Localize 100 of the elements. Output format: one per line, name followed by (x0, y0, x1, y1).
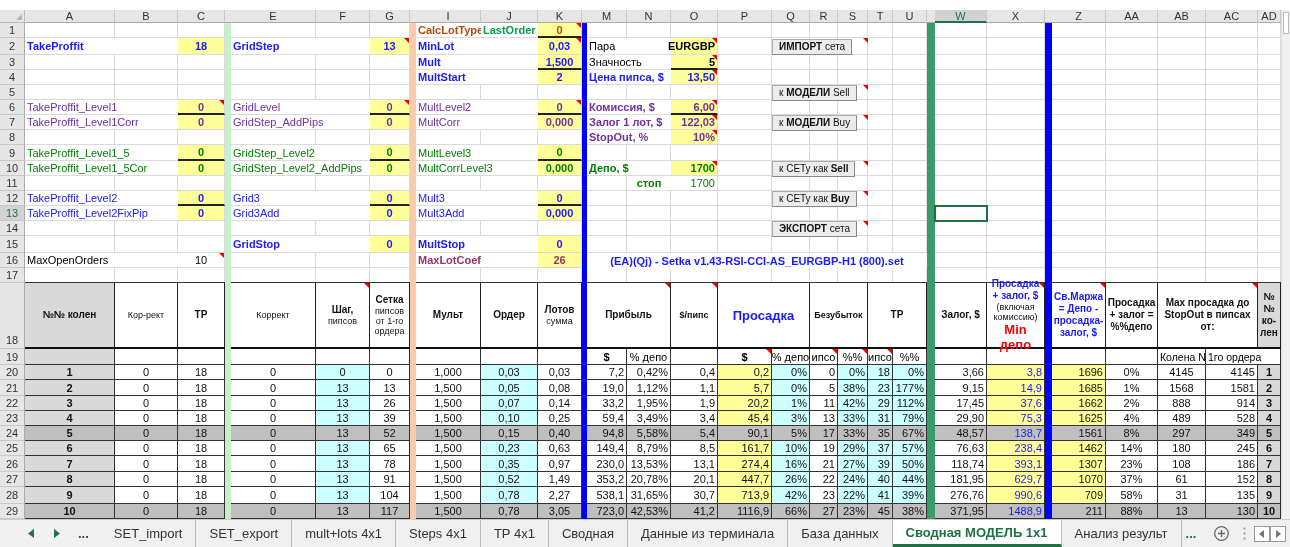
column-header[interactable]: E (231, 10, 316, 23)
table-cell: 5% (772, 426, 810, 441)
column-header[interactable]: P (718, 10, 772, 23)
column-header[interactable]: AC (1206, 10, 1258, 23)
more-sheets-button[interactable]: ... (78, 526, 89, 541)
sheet-tab[interactable]: TP 4x1 (480, 520, 549, 547)
row-header[interactable]: 20 (0, 365, 25, 380)
row-header[interactable]: 25 (0, 441, 25, 456)
table-cell: 23 (868, 380, 893, 396)
parameter-value: 0 (538, 100, 582, 115)
table-cell: 0 (231, 426, 316, 441)
row-header[interactable]: 27 (0, 472, 25, 487)
row-header[interactable]: 10 (0, 161, 25, 176)
sheet-tab[interactable]: Сводная (548, 520, 628, 547)
column-header[interactable]: N (627, 10, 671, 23)
row-header[interactable]: 11 (0, 176, 25, 191)
column-header[interactable]: R (810, 10, 838, 23)
column-header[interactable]: G (370, 10, 410, 23)
sheet-tab[interactable]: SET_import (100, 520, 197, 547)
row-header[interactable]: 4 (0, 70, 25, 85)
table-cell: 447,7 (718, 472, 772, 487)
table-cell: 138,7 (987, 426, 1045, 441)
parameter-value: 0 (538, 236, 582, 253)
column-header[interactable]: F (316, 10, 370, 23)
sheet-tab[interactable]: Steps 4x1 (396, 520, 481, 547)
column-header[interactable]: B (115, 10, 178, 23)
parameter-value: 0 (178, 161, 225, 176)
row-header[interactable]: 18 (0, 283, 25, 349)
column-header[interactable]: I (416, 10, 481, 23)
sheet-tab[interactable]: Анализ результ (1061, 520, 1182, 547)
row-header[interactable]: 15 (0, 236, 25, 253)
column-header[interactable]: AB (1158, 10, 1206, 23)
more-sheets-button[interactable]: ... (1185, 526, 1197, 541)
row-header[interactable]: 3 (0, 55, 25, 70)
column-header[interactable]: C (178, 10, 225, 23)
table-cell: 1 (1258, 365, 1281, 380)
column-header[interactable]: X (987, 10, 1045, 23)
column-header[interactable]: T (868, 10, 893, 23)
column-header[interactable]: AD (1258, 10, 1281, 23)
parameter-value: 0 (370, 145, 410, 161)
row-header[interactable]: 28 (0, 487, 25, 504)
row-header[interactable]: 13 (0, 206, 25, 221)
row-header[interactable]: 9 (0, 145, 25, 161)
row-header[interactable]: 29 (0, 504, 25, 519)
sheet-tab[interactable]: SET_export (196, 520, 293, 547)
table-cell: 27% (838, 456, 868, 472)
parameter-label: Grid3 (231, 191, 370, 206)
sheet-tab[interactable]: Сводная МОДЕЛЬ 1x1 (892, 520, 1062, 547)
column-header[interactable]: J (481, 10, 538, 23)
table-cell: 0,78 (481, 487, 538, 504)
row-header[interactable]: 6 (0, 100, 25, 115)
column-header[interactable]: W (935, 10, 987, 23)
column-header[interactable]: AA (1106, 10, 1158, 23)
table-cell: 24% (838, 472, 868, 487)
sheet-tab[interactable]: База данных (788, 520, 893, 547)
table-cell: 33% (838, 426, 868, 441)
table-cell: 18 (868, 365, 893, 380)
column-header[interactable]: A (25, 10, 115, 23)
column-header[interactable]: U (893, 10, 927, 23)
row-header[interactable]: 22 (0, 396, 25, 411)
table-cell: 10 (1258, 504, 1281, 519)
row-header[interactable]: 17 (0, 268, 25, 283)
row-header[interactable]: 5 (0, 85, 25, 100)
row-header[interactable]: 12 (0, 191, 25, 206)
column-header[interactable]: Z (1052, 10, 1106, 23)
row-header[interactable]: 1 (0, 23, 25, 38)
row-header[interactable]: 16 (0, 253, 25, 268)
column-header[interactable]: Q (772, 10, 810, 23)
row-header[interactable]: 23 (0, 411, 25, 426)
column-header: Ордер (481, 283, 538, 349)
column-header: TP (178, 283, 225, 349)
parameter-value: 0 (538, 145, 582, 161)
column-header[interactable]: K (538, 10, 582, 23)
column-header[interactable]: O (671, 10, 718, 23)
parameter-value: 0 (538, 23, 582, 38)
sheet-tab[interactable]: mult+lots 4x1 (292, 520, 397, 547)
row-header[interactable]: 7 (0, 115, 25, 130)
table-cell: 3% (772, 411, 810, 426)
row-header[interactable]: 26 (0, 456, 25, 472)
parameter-label: TakeProffit_Level1_5Cor (25, 161, 178, 176)
table-cell: 9 (1258, 487, 1281, 504)
row-header[interactable]: 14 (0, 221, 25, 236)
table-cell: 57% (893, 441, 927, 456)
parameter-value: 0 (370, 100, 410, 115)
table-cell: 39 (868, 456, 893, 472)
table-cell: 1462 (1052, 441, 1106, 456)
row-header[interactable]: 21 (0, 380, 25, 396)
column-header: Св.Маржа = Депо - просадка-залог, $ (1052, 283, 1106, 349)
table-cell: 23% (838, 504, 868, 519)
row-header[interactable]: 2 (0, 38, 25, 55)
table-cell: 1% (772, 396, 810, 411)
parameter-label: MultCorr (416, 115, 538, 130)
row-header[interactable]: 19 (0, 349, 25, 365)
column-header[interactable]: S (838, 10, 868, 23)
parameter-label: TakeProffit_Level1 (25, 100, 178, 115)
macro-button[interactable]: ИМПОРТ сета (772, 38, 853, 55)
row-header[interactable]: 24 (0, 426, 25, 441)
row-header[interactable]: 8 (0, 130, 25, 145)
column-header[interactable]: M (587, 10, 627, 23)
sheet-tab[interactable]: Данные из терминала (628, 520, 789, 547)
